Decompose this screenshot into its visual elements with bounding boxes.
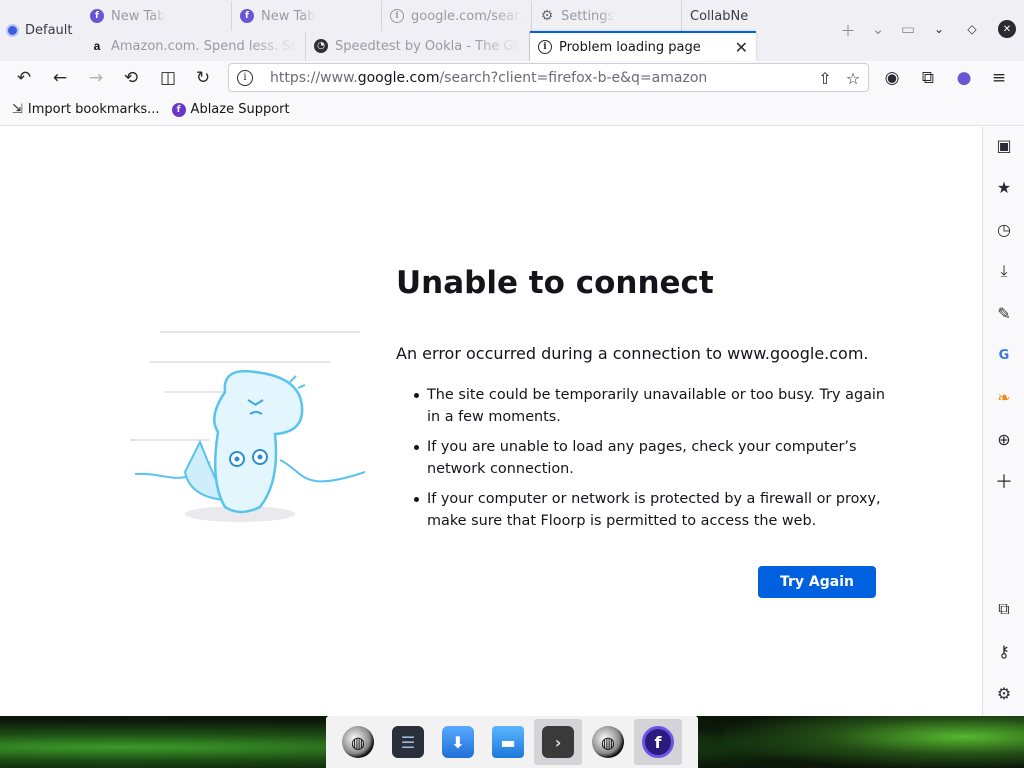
globe-icon[interactable]: ⊕ bbox=[992, 427, 1016, 451]
settings-gear-icon[interactable]: ⚙ bbox=[992, 681, 1016, 705]
suggestion-item: If you are unable to load any pages, che… bbox=[396, 436, 886, 480]
tab-google-search[interactable]: i google.com/search bbox=[382, 1, 532, 31]
gear-icon: ⚙ bbox=[540, 8, 554, 24]
amazon-icon: a bbox=[93, 39, 101, 53]
bookmark-star-icon[interactable]: ★ bbox=[992, 175, 1016, 199]
globe-app-icon: ◍ bbox=[592, 726, 624, 758]
floorp-icon: f bbox=[90, 9, 104, 23]
tab-problem-loading[interactable]: i Problem loading page ✕ bbox=[530, 31, 756, 61]
wallpaper bbox=[724, 716, 1024, 768]
suggestion-item: The site could be temporarily unavailabl… bbox=[396, 384, 886, 428]
share-icon[interactable]: ⇧ bbox=[815, 68, 835, 88]
pencil-icon[interactable]: ✎ bbox=[992, 301, 1016, 325]
sidebar-toggle-icon[interactable]: ◫ bbox=[155, 65, 181, 91]
dock-item-browser-1[interactable]: ◍ bbox=[334, 719, 382, 765]
url-text[interactable]: https://www.google.com/search?client=fir… bbox=[270, 70, 707, 86]
download-icon[interactable]: ⤓ bbox=[992, 259, 1016, 283]
terminal-app-icon: › bbox=[542, 726, 574, 758]
tab-groups-icon[interactable]: ▭ bbox=[898, 20, 918, 38]
dock-item-terminal[interactable]: › bbox=[534, 719, 582, 765]
tab-amazon[interactable]: a Amazon.com. Spend less. Smile more. bbox=[82, 31, 306, 61]
info-icon: i bbox=[390, 9, 404, 23]
bookmark-label: Ablaze Support bbox=[190, 102, 290, 117]
error-title: Unable to connect bbox=[396, 265, 714, 301]
tab-label: Settings bbox=[561, 8, 615, 24]
floorp-app-icon: f bbox=[642, 726, 674, 758]
dock: ◍ ☰ ⬇ ▬ › ◍ f bbox=[326, 716, 698, 768]
account-icon[interactable]: ◉ bbox=[879, 65, 905, 91]
store-app-icon: ⬇ bbox=[442, 726, 474, 758]
bookmarks-toolbar: ⇲ Import bookmarks... f Ablaze Support bbox=[0, 94, 1024, 126]
tab-label: Speedtest by Ookla - The Global Broadban… bbox=[335, 38, 521, 54]
dock-item-store[interactable]: ⬇ bbox=[434, 719, 482, 765]
reload-icon[interactable]: ↻ bbox=[190, 65, 216, 91]
extensions-icon[interactable]: ⧉ bbox=[915, 65, 941, 91]
tab-label: Amazon.com. Spend less. Smile more. bbox=[111, 38, 297, 54]
bookmark-ablaze-support[interactable]: f Ablaze Support bbox=[171, 102, 290, 117]
tab-new-tab-1[interactable]: f New Tab bbox=[82, 1, 232, 31]
dock-item-floorp[interactable]: f bbox=[634, 719, 682, 765]
error-intro: An error occurred during a connection to… bbox=[396, 344, 869, 363]
add-icon[interactable]: ＋ bbox=[992, 469, 1016, 493]
maximize-icon[interactable]: ◇ bbox=[963, 20, 981, 38]
try-again-button[interactable]: Try Again bbox=[758, 566, 876, 598]
tab-label: New Tab bbox=[111, 8, 166, 24]
tab-collabnet[interactable]: CollabNet bbox=[682, 1, 756, 31]
tab-speedtest[interactable]: ◔ Speedtest by Ookla - The Global Broadb… bbox=[306, 31, 530, 61]
menu-icon[interactable]: ≡ bbox=[986, 65, 1012, 91]
floorp-icon: f bbox=[240, 9, 254, 23]
folder-app-icon: ▬ bbox=[492, 726, 524, 758]
dock-item-files[interactable]: ▬ bbox=[484, 719, 532, 765]
error-page: Unable to connect An error occurred duri… bbox=[0, 127, 982, 716]
close-tab-icon[interactable]: ✕ bbox=[735, 38, 748, 57]
bookmark-star-icon[interactable]: ☆ bbox=[843, 68, 863, 88]
tab-label: New Tab bbox=[261, 8, 316, 24]
tab-label: Problem loading page bbox=[559, 39, 701, 55]
sync-icon[interactable]: ⟲ bbox=[118, 65, 144, 91]
workspace-icon bbox=[6, 23, 19, 37]
tab-new-tab-2[interactable]: f New Tab bbox=[232, 1, 382, 31]
history-clock-icon[interactable]: ◷ bbox=[992, 217, 1016, 241]
dock-item-settings[interactable]: ☰ bbox=[384, 719, 432, 765]
workspace-selector[interactable]: Default bbox=[0, 14, 82, 46]
new-tab-icon[interactable]: ＋ bbox=[838, 20, 858, 41]
dock-item-browser-2[interactable]: ◍ bbox=[584, 719, 632, 765]
globe-app-icon: ◍ bbox=[342, 726, 374, 758]
tab-strip: Default f New Tab f New Tab i google.com… bbox=[0, 0, 1024, 61]
key-icon[interactable]: ⚷ bbox=[992, 639, 1016, 663]
profile-icon[interactable]: ● bbox=[951, 65, 977, 91]
minimize-icon[interactable]: ⌄ bbox=[930, 20, 948, 38]
browser-sidebar: ▣ ★ ◷ ⤓ ✎ G ❧ ⊕ ＋ ⧉ ⚷ ⚙ bbox=[982, 127, 1024, 716]
desktop-taskbar: ◍ ☰ ⬇ ▬ › ◍ f bbox=[0, 716, 1024, 768]
toolbox-icon[interactable]: ▣ bbox=[992, 133, 1016, 157]
list-all-tabs-icon[interactable]: ⌄ bbox=[868, 20, 888, 38]
bookmark-label: Import bookmarks... bbox=[27, 102, 160, 117]
forward-icon[interactable]: → bbox=[83, 65, 109, 91]
navigation-toolbar: ↶ ← → ⟲ ◫ ↻ i https://www.google.com/sea… bbox=[0, 61, 1024, 94]
tab-label: CollabNet bbox=[690, 8, 748, 24]
window-close-icon[interactable]: ✕ bbox=[998, 20, 1016, 38]
import-icon: ⇲ bbox=[12, 102, 23, 117]
translate-icon[interactable]: G bbox=[992, 343, 1016, 367]
error-suggestions: The site could be temporarily unavailabl… bbox=[396, 384, 886, 540]
site-info-icon[interactable]: i bbox=[237, 69, 253, 86]
url-bar[interactable]: i https://www.google.com/search?client=f… bbox=[228, 63, 869, 92]
extensions-icon[interactable]: ⧉ bbox=[992, 597, 1016, 621]
tab-label: google.com/search bbox=[411, 8, 523, 24]
undo-close-tab-icon[interactable]: ↶ bbox=[11, 65, 37, 91]
dino-illustration bbox=[130, 331, 366, 522]
workspace-label: Default bbox=[25, 22, 73, 38]
floorp-icon: f bbox=[171, 102, 186, 117]
leaf-icon[interactable]: ❧ bbox=[992, 385, 1016, 409]
settings-app-icon: ☰ bbox=[392, 726, 424, 758]
suggestion-item: If your computer or network is protected… bbox=[396, 488, 886, 532]
speedtest-icon: ◔ bbox=[314, 39, 328, 53]
tab-settings[interactable]: ⚙ Settings bbox=[532, 1, 682, 31]
info-icon: i bbox=[538, 40, 552, 54]
bookmark-import[interactable]: ⇲ Import bookmarks... bbox=[12, 102, 160, 117]
back-icon[interactable]: ← bbox=[47, 65, 73, 91]
